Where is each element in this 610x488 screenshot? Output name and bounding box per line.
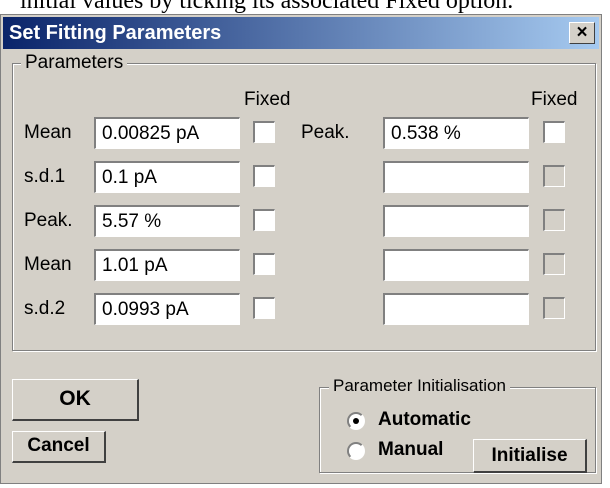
fixed-checkbox-empty-2 bbox=[543, 209, 565, 231]
ok-button[interactable]: OK bbox=[12, 379, 139, 421]
fixed-checkbox-empty-1 bbox=[543, 165, 565, 187]
fixed-checkbox-mean-1[interactable] bbox=[253, 121, 275, 143]
param-label-mean-2: Mean bbox=[24, 254, 72, 275]
title-bar[interactable]: Set Fitting Parameters × bbox=[3, 17, 599, 49]
cancel-button[interactable]: Cancel bbox=[12, 431, 106, 463]
param-field-empty-3[interactable] bbox=[383, 249, 529, 281]
fixed-header-left: Fixed bbox=[244, 89, 291, 110]
radio-selected-dot bbox=[353, 418, 359, 424]
initialise-button[interactable]: Initialise bbox=[473, 439, 587, 473]
radio-automatic-label[interactable]: Automatic bbox=[378, 409, 471, 431]
param-field-empty-4[interactable] bbox=[383, 293, 529, 325]
radio-manual[interactable] bbox=[347, 442, 365, 460]
fixed-header-right: Fixed bbox=[531, 89, 578, 110]
param-field-empty-1[interactable] bbox=[383, 161, 529, 193]
fixed-checkbox-peak-1[interactable] bbox=[253, 209, 275, 231]
param-label-sd1: s.d.1 bbox=[24, 166, 66, 187]
parameter-initialisation-legend: Parameter Initialisation bbox=[329, 376, 510, 396]
param-label-peak-2: Peak. bbox=[301, 122, 350, 143]
param-field-sd2[interactable]: 0.0993 pA bbox=[94, 293, 240, 325]
fixed-checkbox-empty-3 bbox=[543, 253, 565, 275]
fixed-checkbox-empty-4 bbox=[543, 297, 565, 319]
param-label-sd2: s.d.2 bbox=[24, 298, 66, 319]
param-field-empty-2[interactable] bbox=[383, 205, 529, 237]
document-text-above: initial values by ticking its associated… bbox=[20, 0, 514, 14]
window-title: Set Fitting Parameters bbox=[9, 22, 222, 44]
radio-manual-label[interactable]: Manual bbox=[378, 439, 443, 461]
set-fitting-parameters-dialog: Set Fitting Parameters × Parameters Fixe… bbox=[0, 14, 602, 484]
close-icon: × bbox=[576, 22, 588, 43]
param-label-peak-1: Peak. bbox=[24, 210, 73, 231]
fixed-checkbox-sd2[interactable] bbox=[253, 297, 275, 319]
fixed-checkbox-sd1[interactable] bbox=[253, 165, 275, 187]
param-field-peak-1[interactable]: 5.57 % bbox=[94, 205, 240, 237]
fixed-checkbox-peak-2[interactable] bbox=[543, 121, 565, 143]
param-field-mean-2[interactable]: 1.01 pA bbox=[94, 249, 240, 281]
param-field-sd1[interactable]: 0.1 pA bbox=[94, 161, 240, 193]
param-field-peak-2[interactable]: 0.538 % bbox=[383, 117, 529, 149]
param-label-mean-1: Mean bbox=[24, 122, 72, 143]
fixed-checkbox-mean-2[interactable] bbox=[253, 253, 275, 275]
radio-automatic[interactable] bbox=[347, 412, 365, 430]
parameters-group-legend: Parameters bbox=[21, 52, 128, 74]
close-button[interactable]: × bbox=[569, 22, 595, 44]
param-field-mean-1[interactable]: 0.00825 pA bbox=[94, 117, 240, 149]
